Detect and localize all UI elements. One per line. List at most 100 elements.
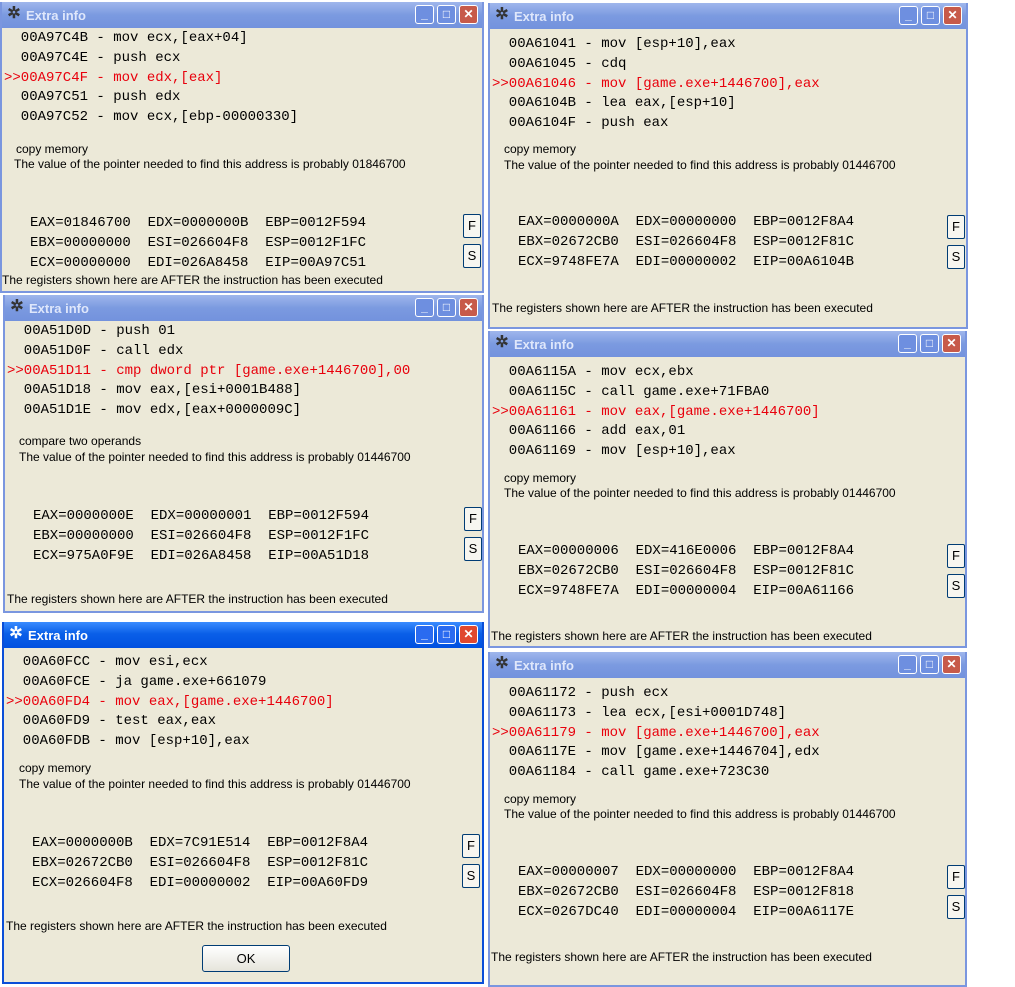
extra-info-window-6: ✲ Extra info _ □ ✕ 00A61172 - push ecx 0…	[488, 652, 967, 987]
maximize-button[interactable]: □	[437, 5, 456, 24]
current-instruction-line: >>00A97C4F - mov edx,[eax]	[4, 69, 223, 86]
code-line: 00A51D1E - mov edx,[eax+0000009C]	[7, 402, 302, 418]
title-bar[interactable]: ✲ Extra info _ □ ✕	[5, 295, 482, 321]
maximize-button[interactable]: □	[437, 298, 456, 317]
registers-panel: EAX=01846700 EDX=0000000B EBP=0012F594 EB…	[30, 213, 366, 273]
register-row: ECX=00000000 EDI=026A8458 EIP=00A97C51	[30, 255, 367, 271]
cheat-engine-icon: ✲	[495, 6, 509, 23]
code-line: 00A6104F - push eax	[492, 115, 669, 131]
registers-panel: EAX=0000000E EDX=00000001 EBP=0012F594 EB…	[33, 506, 369, 566]
registers-note: The registers shown here are AFTER the i…	[2, 273, 383, 287]
current-instruction-line: >>00A60FD4 - mov eax,[game.exe+1446700]	[6, 693, 334, 710]
extra-info-window-4: ✲ Extra info _ □ ✕ 00A61041 - mov [esp+1…	[488, 3, 968, 329]
close-button[interactable]: ✕	[942, 655, 961, 674]
extra-info-window-2: ✲ Extra info _ □ ✕ 00A51D0D - push 01 00…	[3, 295, 484, 613]
title-bar[interactable]: ✲ Extra info _ □ ✕	[4, 622, 482, 648]
cheat-engine-icon: ✲	[7, 5, 21, 22]
registers-panel: EAX=00000006 EDX=416E0006 EBP=0012F8A4 EB…	[518, 541, 854, 601]
code-line: 00A51D0D - push 01	[7, 323, 176, 339]
code-line: 00A61166 - add eax,01	[492, 423, 686, 440]
disassembly-view[interactable]: 00A60FCC - mov esi,ecx 00A60FCE - ja gam…	[6, 653, 480, 749]
close-button[interactable]: ✕	[942, 334, 961, 353]
cheat-engine-icon: ✲	[10, 298, 24, 315]
maximize-button[interactable]: □	[920, 655, 939, 674]
float-button[interactable]: F	[462, 834, 480, 858]
instruction-description: copy memory	[16, 142, 89, 156]
code-line: 00A97C4E - push ecx	[4, 49, 181, 66]
disassembly-view[interactable]: 00A61041 - mov [esp+10],eax 00A61045 - c…	[492, 35, 964, 131]
registers-note: The registers shown here are AFTER the i…	[491, 950, 872, 964]
registers-panel: EAX=0000000A EDX=00000000 EBP=0012F8A4 EB…	[518, 212, 854, 272]
code-line: 00A61045 - cdq	[492, 55, 627, 72]
stack-button[interactable]: S	[462, 864, 480, 888]
title-bar[interactable]: ✲ Extra info _ □ ✕	[2, 2, 482, 28]
minimize-button[interactable]: _	[899, 6, 918, 25]
maximize-button[interactable]: □	[921, 6, 940, 25]
registers-panel: EAX=00000007 EDX=00000000 EBP=0012F8A4 EB…	[518, 862, 854, 922]
window-title: Extra info	[514, 337, 574, 352]
stack-button[interactable]: S	[947, 574, 965, 598]
instruction-description: copy memory	[504, 471, 577, 485]
pointer-hint: The value of the pointer needed to find …	[14, 157, 406, 171]
instruction-description: compare two operands	[19, 434, 142, 448]
code-line: 00A60FDB - mov [esp+10],eax	[6, 733, 250, 749]
minimize-button[interactable]: _	[415, 625, 434, 644]
register-row: EBX=02672CB0 ESI=026604F8 ESP=0012F81C	[32, 855, 369, 871]
register-row: EBX=02672CB0 ESI=026604F8 ESP=0012F818	[518, 884, 855, 900]
close-button[interactable]: ✕	[459, 298, 478, 317]
registers-note: The registers shown here are AFTER the i…	[7, 592, 388, 606]
window-title: Extra info	[26, 8, 86, 23]
code-line: 00A60FCC - mov esi,ecx	[6, 654, 208, 670]
cheat-engine-icon: ✲	[9, 625, 23, 642]
register-row: EBX=02672CB0 ESI=026604F8 ESP=0012F81C	[518, 563, 855, 579]
float-button[interactable]: F	[947, 544, 965, 568]
stack-button[interactable]: S	[464, 537, 482, 561]
ok-button[interactable]: OK	[202, 945, 290, 972]
stack-button[interactable]: S	[463, 244, 481, 268]
registers-note: The registers shown here are AFTER the i…	[491, 629, 872, 643]
minimize-button[interactable]: _	[415, 5, 434, 24]
maximize-button[interactable]: □	[920, 334, 939, 353]
minimize-button[interactable]: _	[415, 298, 434, 317]
float-button[interactable]: F	[463, 214, 481, 238]
registers-note: The registers shown here are AFTER the i…	[6, 919, 387, 933]
instruction-description: copy memory	[504, 142, 577, 156]
extra-info-window-3: ✲ Extra info _ □ ✕ 00A60FCC - mov esi,ec…	[2, 622, 484, 984]
disassembly-view[interactable]: 00A61172 - push ecx 00A61173 - lea ecx,[…	[492, 684, 963, 780]
disassembly-view[interactable]: 00A97C4B - mov ecx,[eax+04] 00A97C4E - p…	[4, 29, 480, 125]
maximize-button[interactable]: □	[437, 625, 456, 644]
title-bar[interactable]: ✲ Extra info _ □ ✕	[490, 331, 965, 357]
register-row: ECX=026604F8 EDI=00000002 EIP=00A60FD9	[32, 875, 369, 891]
code-line: 00A97C51 - push edx	[4, 89, 181, 106]
stack-button[interactable]: S	[947, 895, 965, 919]
code-line: 00A60FD9 - test eax,eax	[6, 713, 217, 730]
disassembly-view[interactable]: 00A6115A - mov ecx,ebx 00A6115C - call g…	[492, 363, 963, 459]
registers-note: The registers shown here are AFTER the i…	[492, 301, 873, 315]
float-button[interactable]: F	[947, 865, 965, 889]
close-button[interactable]: ✕	[459, 5, 478, 24]
float-button[interactable]: F	[464, 507, 482, 531]
disassembly-view[interactable]: 00A51D0D - push 01 00A51D0F - call edx >>…	[7, 322, 480, 418]
close-button[interactable]: ✕	[943, 6, 962, 25]
title-bar[interactable]: ✲ Extra info _ □ ✕	[490, 3, 966, 29]
code-line: 00A61169 - mov [esp+10],eax	[492, 443, 736, 459]
stack-button[interactable]: S	[947, 245, 965, 269]
code-line: 00A51D18 - mov eax,[esi+0001B488]	[7, 382, 302, 399]
cheat-engine-icon: ✲	[495, 334, 509, 351]
minimize-button[interactable]: _	[898, 334, 917, 353]
minimize-button[interactable]: _	[898, 655, 917, 674]
float-button[interactable]: F	[947, 215, 965, 239]
register-row: ECX=9748FE7A EDI=00000004 EIP=00A61166	[518, 583, 855, 599]
extra-info-window-1: ✲ Extra info _ □ ✕ 00A97C4B - mov ecx,[e…	[0, 2, 484, 293]
close-button[interactable]: ✕	[459, 625, 478, 644]
register-row: ECX=975A0F9E EDI=026A8458 EIP=00A51D18	[33, 548, 370, 564]
register-row: EAX=0000000A EDX=00000000 EBP=0012F8A4	[518, 214, 855, 230]
register-row: EBX=00000000 ESI=026604F8 ESP=0012F1FC	[33, 528, 370, 544]
register-row: EAX=00000007 EDX=00000000 EBP=0012F8A4	[518, 864, 855, 880]
register-row: EAX=0000000B EDX=7C91E514 EBP=0012F8A4	[32, 835, 369, 851]
window-title: Extra info	[29, 301, 89, 316]
code-line: 00A61041 - mov [esp+10],eax	[492, 36, 736, 52]
code-line: 00A97C4B - mov ecx,[eax+04]	[4, 30, 248, 46]
title-bar[interactable]: ✲ Extra info _ □ ✕	[490, 652, 965, 678]
pointer-hint: The value of the pointer needed to find …	[19, 777, 411, 791]
